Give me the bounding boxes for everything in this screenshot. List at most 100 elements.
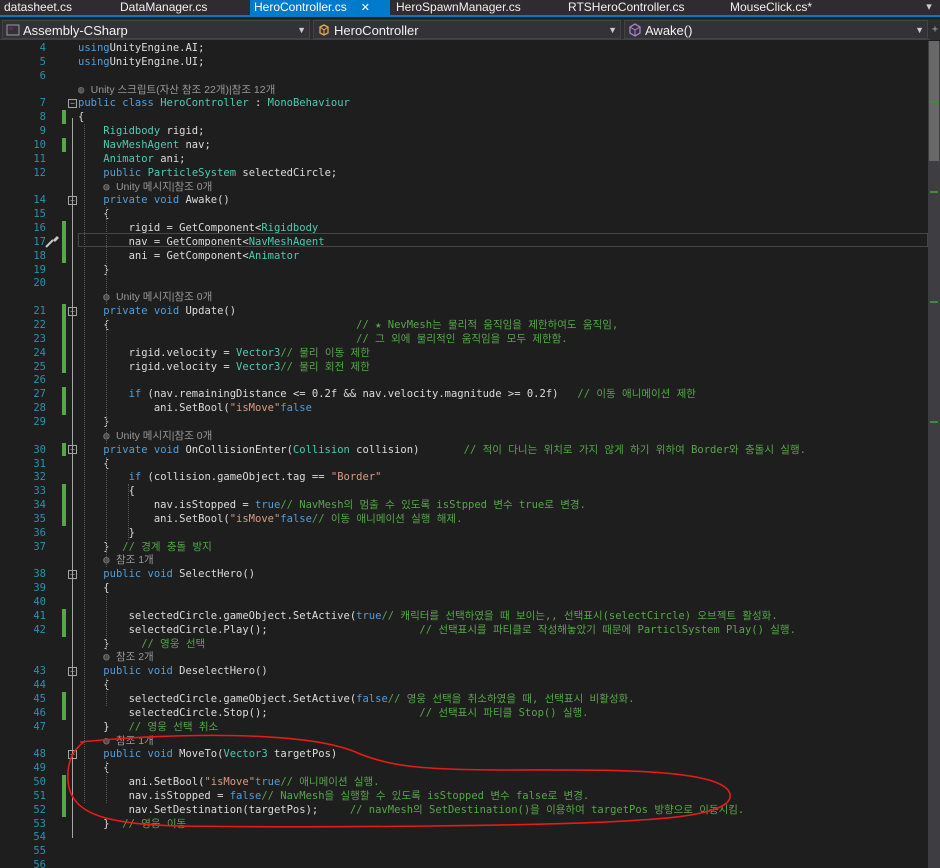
code-line: selectedCircle.gameObject.SetActive(fals… [78,692,635,706]
code-token: true [356,609,382,622]
change-bar [62,401,66,415]
code-token: false [280,402,312,415]
code-token: UnityEngine.UI; [109,55,205,68]
codelens-text[interactable]: 참조 2개 [116,651,154,663]
line-number: 22 [33,319,46,331]
line-number [0,429,46,443]
indent-guide [106,761,107,803]
line-number: 53 [33,817,46,830]
code-comment: // 영웅 선택 취소 [128,720,219,733]
project-dropdown[interactable]: Assembly-CSharp ▼ [2,20,310,39]
tab-herocontroller[interactable]: HeroController.cs ✕ [250,0,390,15]
close-icon[interactable]: ✕ [361,1,370,16]
code-token: { [78,457,110,470]
member-dropdown[interactable]: Awake() ▼ [624,20,928,39]
tab-datasheet[interactable]: datasheet.cs [0,0,110,15]
tab-datamanager[interactable]: DataManager.cs [116,0,246,15]
line-number [0,83,46,97]
code-line: // 그 외에 물리적인 움직임을 모두 제한함. [78,332,567,346]
code-token: { [78,582,110,595]
line-number: 34 [33,499,46,512]
indent-guide [84,124,85,803]
change-bar [62,331,66,346]
line-number: 25 [33,360,46,373]
code-token: "Border" [330,471,382,484]
change-bar [62,442,66,457]
tab-rtsherocontroller[interactable]: RTSHeroController.cs [564,0,724,15]
line-number: 54 [33,831,46,844]
code-token: nav.SetDestination(targetPos); [78,803,350,816]
codelens-text[interactable]: 참조 1개 [116,554,154,566]
line-number: 26 [33,374,46,387]
change-bar [62,304,66,318]
change-bar [62,318,66,332]
codelens-line: ◍ 참조 2개 [78,650,154,664]
code-token: targetPos) [267,748,338,761]
code-comment: // NavMesh의 멈출 수 있도록 isStpped 변수 true로 변… [280,499,586,512]
line-number: 51 [33,789,46,802]
code-line: nav.isStopped = true// NavMesh의 멈출 수 있도록… [78,498,586,512]
split-window-icon[interactable]: + [930,19,940,40]
codelens-text[interactable]: Unity 스크립트(자산 참조 22개)|참조 12개 [91,84,276,96]
change-bar [62,498,66,512]
code-token: SelectHero() [179,568,256,581]
change-bar [62,705,66,720]
code-comment: // 이동 애니메이션 실행 해제. [311,512,463,525]
code-token: Rigidbody [103,125,161,138]
line-number: 14 [33,194,46,207]
line-number: 55 [33,845,46,858]
code-comment: // NavMesh을 실행할 수 있도록 isStopped 변수 false… [261,789,590,802]
codelens-text[interactable]: Unity 메시지|참조 0개 [116,291,212,303]
code-token: HeroController [160,97,249,110]
change-bar [62,622,66,637]
class-name: HeroController [334,23,419,38]
code-token: private void [103,443,186,456]
codelens-text[interactable]: 참조 1개 [116,735,154,747]
line-number: 38 [33,568,46,581]
code-token: { [78,319,357,331]
code-line: public void SelectHero() [78,567,255,581]
tab-label: MouseClick.cs* [730,0,813,14]
scroll-change-marker [930,421,938,423]
code-token: false [356,692,388,705]
code-token: using [78,42,110,54]
code-line: { [78,761,109,775]
tab-mouseclick[interactable]: MouseClick.cs* [726,0,906,15]
chevron-down-icon: ▼ [915,25,924,35]
code-line: private void Update() [78,304,236,318]
change-bar [62,788,66,803]
vertical-scrollbar[interactable] [928,41,940,868]
code-token: public [103,166,148,179]
tab-overflow-dropdown-icon[interactable]: ▾ [921,0,937,15]
line-number: 33 [33,485,46,498]
code-editor[interactable]: 4 usingUnityEngine.AI; 5 usingUnityEngine.U… [0,41,928,868]
code-token: (nav.remainingDistance <= 0.2f && nav.ve… [141,388,578,401]
codelens-text[interactable]: Unity 메시지|참조 0개 [116,181,212,193]
code-line: selectedCircle.Play(); // 선택표시를 파티클로 작성해… [78,623,796,637]
tab-herospawnmanager[interactable]: HeroSpawnManager.cs [392,0,562,15]
code-token: DeselectHero() [179,665,268,678]
change-bar [62,802,66,817]
collapse-icon[interactable]: − [68,98,77,108]
quick-actions-brush-icon[interactable] [44,234,60,248]
outline-guide [72,118,73,839]
code-token: if [128,471,142,484]
method-icon [628,23,642,37]
code-token: Animator [248,249,300,262]
line-number: 5 [39,55,46,68]
line-number: 28 [33,402,46,415]
code-token: selectedCircle.gameObject.SetActive( [78,609,357,622]
class-dropdown[interactable]: HeroController ▼ [313,20,621,39]
change-bar [62,691,66,706]
codelens-text[interactable]: Unity 메시지|참조 0개 [116,430,212,442]
code-token: ani = GetComponent< [78,249,249,262]
